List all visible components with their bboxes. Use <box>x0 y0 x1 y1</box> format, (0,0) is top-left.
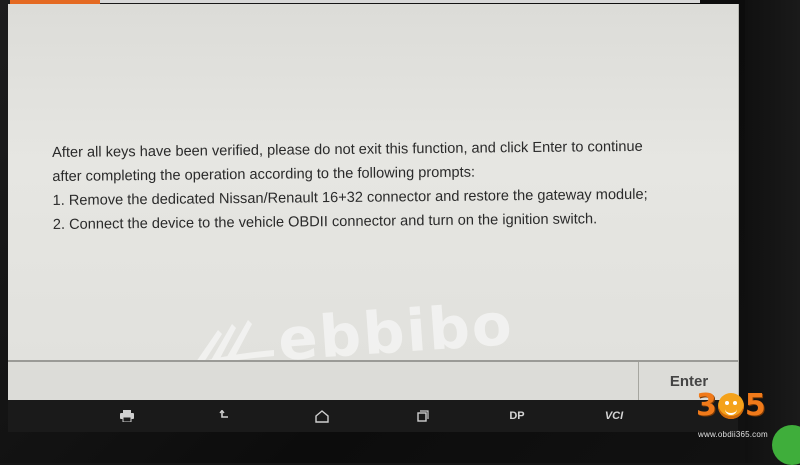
print-button[interactable] <box>116 406 138 426</box>
home-button[interactable] <box>310 406 334 426</box>
dp-label: DP <box>509 410 525 422</box>
logo-digits: 3 5 <box>696 388 766 423</box>
home-icon <box>315 409 329 423</box>
vci-button[interactable]: VCI <box>600 406 628 426</box>
back-button[interactable] <box>214 406 236 426</box>
dialog-body: After all keys have been verified, pleas… <box>8 4 738 374</box>
vci-label: VCI <box>604 410 624 422</box>
recent-apps-icon <box>417 410 429 422</box>
smiley-face-icon <box>717 392 744 419</box>
logo-digit-left: 3 <box>696 388 717 423</box>
dp-button[interactable]: DP <box>504 406 530 426</box>
logo-digit-right: 5 <box>744 388 766 423</box>
device-frame: After all keys have been verified, pleas… <box>0 0 800 465</box>
printer-icon <box>120 410 134 422</box>
footer-separator <box>638 362 639 400</box>
dialog-message: After all keys have been verified, pleas… <box>52 134 713 237</box>
navigation-bar: DP VCI <box>8 400 738 432</box>
top-edge-line <box>100 0 700 3</box>
device-screen: After all keys have been verified, pleas… <box>8 4 739 400</box>
back-arrow-icon <box>219 410 228 418</box>
recent-apps-button[interactable] <box>412 406 434 426</box>
dialog-footer: Enter <box>8 362 738 400</box>
brand-url: www.obdii365.com <box>698 430 768 439</box>
brand-logo: 3 5 www.obdii365.com <box>690 378 798 448</box>
